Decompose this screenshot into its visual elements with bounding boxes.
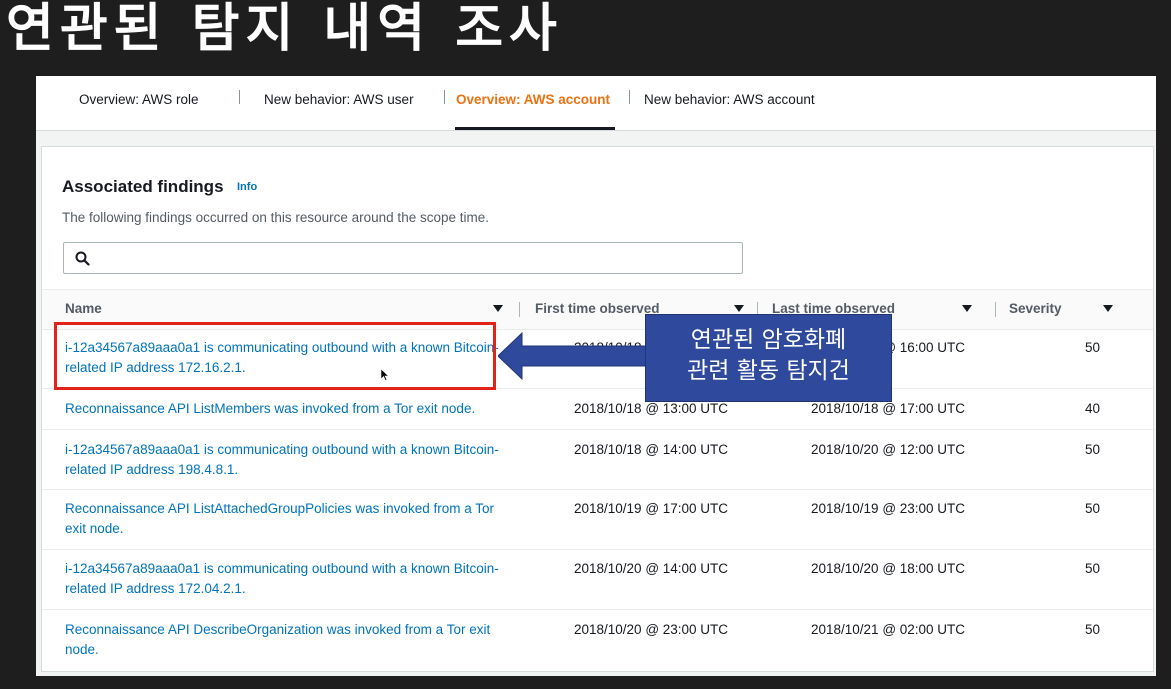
first-observed: 2018/10/18 @ 14:00 UTC	[574, 442, 729, 457]
severity: 50	[1085, 442, 1101, 457]
tab-new-behavior-aws-account[interactable]: New behavior: AWS account	[644, 92, 815, 107]
search-icon	[75, 251, 90, 266]
tab-overview-aws-role[interactable]: Overview: AWS role	[79, 92, 199, 107]
finding-name-link[interactable]: Reconnaissance API ListAttachedGroupPoli…	[65, 499, 505, 539]
associated-findings-panel: Associated findings Info The following f…	[41, 146, 1154, 672]
column-separator	[519, 302, 520, 317]
column-header-severity[interactable]: Severity	[1009, 301, 1062, 316]
mouse-cursor-icon	[381, 369, 389, 381]
tab-separator	[444, 90, 445, 104]
tab-separator	[239, 90, 240, 104]
tab-new-behavior-aws-user[interactable]: New behavior: AWS user	[264, 92, 414, 107]
last-observed: 2018/10/19 @ 23:00 UTC	[811, 501, 966, 516]
sort-down-icon[interactable]	[734, 305, 744, 312]
severity: 50	[1085, 501, 1101, 516]
last-observed: 2018/10/20 @ 12:00 UTC	[811, 442, 966, 457]
last-observed: 2018/10/20 @ 18:00 UTC	[811, 561, 966, 576]
severity: 50	[1085, 561, 1101, 576]
slide-title: 연관된 탐지 내역 조사	[6, 0, 563, 59]
info-link[interactable]: Info	[237, 181, 257, 193]
tab-separator	[629, 90, 630, 104]
panel-description: The following findings occurred on this …	[62, 210, 489, 225]
search-input[interactable]	[100, 247, 734, 269]
annotation-callout: 연관된 암호화폐 관련 활동 탐지건	[645, 314, 892, 402]
tab-overview-aws-account[interactable]: Overview: AWS account	[456, 92, 610, 107]
active-tab-underline	[455, 127, 615, 130]
finding-name-link[interactable]: i-12a34567a89aaa0a1 is communicating out…	[65, 559, 505, 599]
first-observed: 2018/10/20 @ 23:00 UTC	[574, 622, 729, 637]
sort-down-icon[interactable]	[1103, 305, 1113, 312]
last-observed: 2018/10/18 @ 17:00 UTC	[811, 401, 966, 416]
first-observed: 2018/10/20 @ 14:00 UTC	[574, 561, 729, 576]
finding-name-link[interactable]: Reconnaissance API DescribeOrganization …	[65, 620, 505, 660]
table-row[interactable]: i-12a34567a89aaa0a1 is communicating out…	[42, 430, 1153, 490]
column-header-name[interactable]: Name	[65, 301, 102, 316]
callout-line-2: 관련 활동 탐지건	[687, 358, 850, 384]
severity: 40	[1085, 401, 1101, 416]
sort-down-icon[interactable]	[962, 305, 972, 312]
finding-name-link[interactable]: Reconnaissance API ListMembers was invok…	[65, 399, 525, 419]
column-header-first-observed[interactable]: First time observed	[535, 301, 660, 316]
panel-title: Associated findings	[62, 177, 224, 196]
search-box[interactable]	[63, 242, 743, 274]
tab-bar: Overview: AWS role New behavior: AWS use…	[36, 76, 1156, 131]
highlight-box	[54, 322, 496, 390]
first-observed: 2018/10/19 @ 17:00 UTC	[574, 501, 729, 516]
finding-name-link[interactable]: i-12a34567a89aaa0a1 is communicating out…	[65, 440, 505, 480]
first-observed: 2018/10/18 @ 13:00 UTC	[574, 401, 729, 416]
sort-down-icon[interactable]	[493, 305, 503, 312]
arrow-left-icon	[498, 331, 648, 381]
callout-line-1: 연관된 암호화폐	[690, 327, 847, 353]
table-row[interactable]: Reconnaissance API ListMembers was invok…	[42, 389, 1153, 430]
table-row[interactable]: i-12a34567a89aaa0a1 is communicating out…	[42, 549, 1153, 610]
table-row[interactable]: Reconnaissance API DescribeOrganization …	[42, 610, 1153, 670]
severity: 50	[1085, 622, 1101, 637]
column-separator	[995, 302, 996, 317]
last-observed: 2018/10/21 @ 02:00 UTC	[811, 622, 966, 637]
table-row[interactable]: Reconnaissance API ListAttachedGroupPoli…	[42, 489, 1153, 550]
severity: 50	[1085, 340, 1101, 355]
